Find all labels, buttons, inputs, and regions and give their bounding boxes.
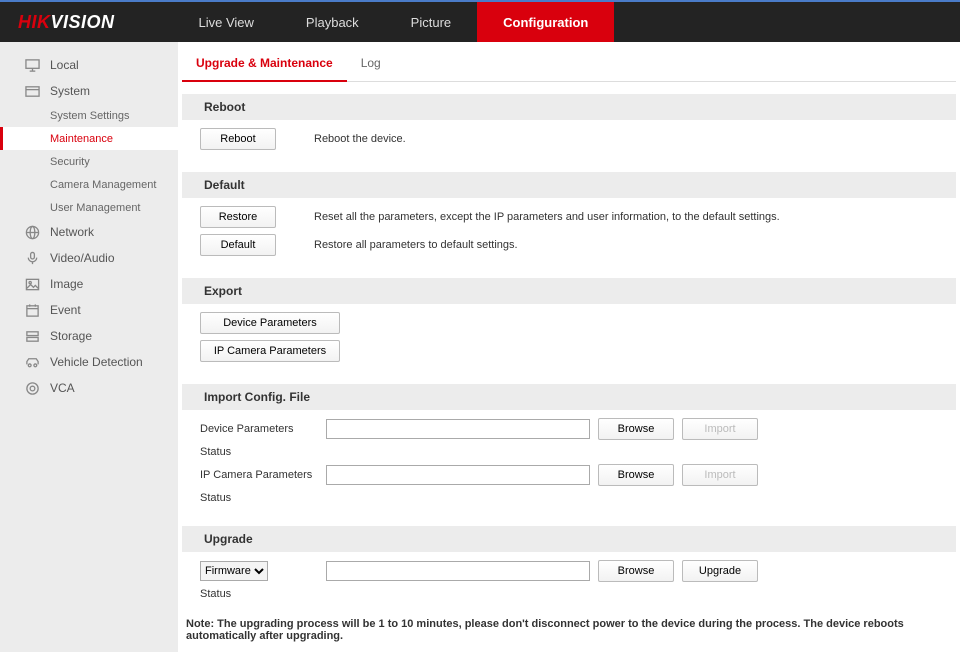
top-nav: Live View Playback Picture Configuration xyxy=(173,2,615,42)
side-label: System xyxy=(50,84,90,98)
side-label: Network xyxy=(50,225,94,239)
import-device-import-button[interactable]: Import xyxy=(682,418,758,440)
import-ipcam-status-label: Status xyxy=(200,492,326,504)
top-bar: HIKVISION Live View Playback Picture Con… xyxy=(0,0,960,42)
import-ipcam-params-input[interactable] xyxy=(326,465,590,485)
import-device-browse-button[interactable]: Browse xyxy=(598,418,674,440)
side-storage[interactable]: Storage xyxy=(0,323,178,349)
section-default-head: Default xyxy=(182,172,956,198)
side-camera-management[interactable]: Camera Management xyxy=(0,173,178,196)
side-label: Image xyxy=(50,277,83,291)
import-ipcam-browse-button[interactable]: Browse xyxy=(598,464,674,486)
section-export-head: Export xyxy=(182,278,956,304)
side-vca[interactable]: VCA xyxy=(0,375,178,401)
upgrade-browse-button[interactable]: Browse xyxy=(598,560,674,582)
side-label: Vehicle Detection xyxy=(50,355,143,369)
import-device-status-label: Status xyxy=(200,446,326,458)
side-security[interactable]: Security xyxy=(0,150,178,173)
import-device-params-label: Device Parameters xyxy=(200,423,326,435)
import-ipcam-params-label: IP Camera Parameters xyxy=(200,469,326,481)
subtab-log[interactable]: Log xyxy=(347,48,395,81)
default-desc: Restore all parameters to default settin… xyxy=(314,239,518,251)
restore-desc: Reset all the parameters, except the IP … xyxy=(314,211,780,223)
car-icon xyxy=(24,354,40,370)
side-label: Storage xyxy=(50,329,92,343)
import-device-params-input[interactable] xyxy=(326,419,590,439)
side-network[interactable]: Network xyxy=(0,219,178,245)
content-area: Upgrade & Maintenance Log Reboot Reboot … xyxy=(178,42,960,652)
storage-icon xyxy=(24,328,40,344)
brand-logo: HIKVISION xyxy=(0,12,133,33)
sub-tabs: Upgrade & Maintenance Log xyxy=(182,48,956,82)
upgrade-type-select[interactable]: Firmware xyxy=(200,561,268,581)
export-device-params-button[interactable]: Device Parameters xyxy=(200,312,340,334)
reboot-button[interactable]: Reboot xyxy=(200,128,276,150)
side-user-management[interactable]: User Management xyxy=(0,196,178,219)
nav-picture[interactable]: Picture xyxy=(385,2,477,42)
vca-icon xyxy=(24,380,40,396)
mic-icon xyxy=(24,250,40,266)
side-image[interactable]: Image xyxy=(0,271,178,297)
side-vehicle[interactable]: Vehicle Detection xyxy=(0,349,178,375)
side-label: Event xyxy=(50,303,81,317)
upgrade-file-input[interactable] xyxy=(326,561,590,581)
upgrade-note: Note: The upgrading process will be 1 to… xyxy=(186,618,956,642)
nav-playback[interactable]: Playback xyxy=(280,2,385,42)
import-ipcam-import-button[interactable]: Import xyxy=(682,464,758,486)
upgrade-button[interactable]: Upgrade xyxy=(682,560,758,582)
nav-configuration[interactable]: Configuration xyxy=(477,2,614,42)
subtab-upgrade-maintenance[interactable]: Upgrade & Maintenance xyxy=(182,48,347,82)
side-local[interactable]: Local xyxy=(0,52,178,78)
side-maintenance[interactable]: Maintenance xyxy=(0,127,178,150)
export-ipcam-params-button[interactable]: IP Camera Parameters xyxy=(200,340,340,362)
system-icon xyxy=(24,83,40,99)
monitor-icon xyxy=(24,57,40,73)
reboot-desc: Reboot the device. xyxy=(314,133,406,145)
globe-icon xyxy=(24,224,40,240)
image-icon xyxy=(24,276,40,292)
section-upgrade-head: Upgrade xyxy=(182,526,956,552)
side-system[interactable]: System xyxy=(0,78,178,104)
side-video-audio[interactable]: Video/Audio xyxy=(0,245,178,271)
sidebar: Local System System Settings Maintenance… xyxy=(0,42,178,652)
side-label: VCA xyxy=(50,381,75,395)
section-reboot-head: Reboot xyxy=(182,94,956,120)
calendar-icon xyxy=(24,302,40,318)
nav-live-view[interactable]: Live View xyxy=(173,2,280,42)
side-system-settings[interactable]: System Settings xyxy=(0,104,178,127)
side-label: Video/Audio xyxy=(50,251,115,265)
default-button[interactable]: Default xyxy=(200,234,276,256)
side-event[interactable]: Event xyxy=(0,297,178,323)
restore-button[interactable]: Restore xyxy=(200,206,276,228)
side-label: Local xyxy=(50,58,79,72)
section-import-head: Import Config. File xyxy=(182,384,956,410)
upgrade-status-label: Status xyxy=(200,588,326,600)
